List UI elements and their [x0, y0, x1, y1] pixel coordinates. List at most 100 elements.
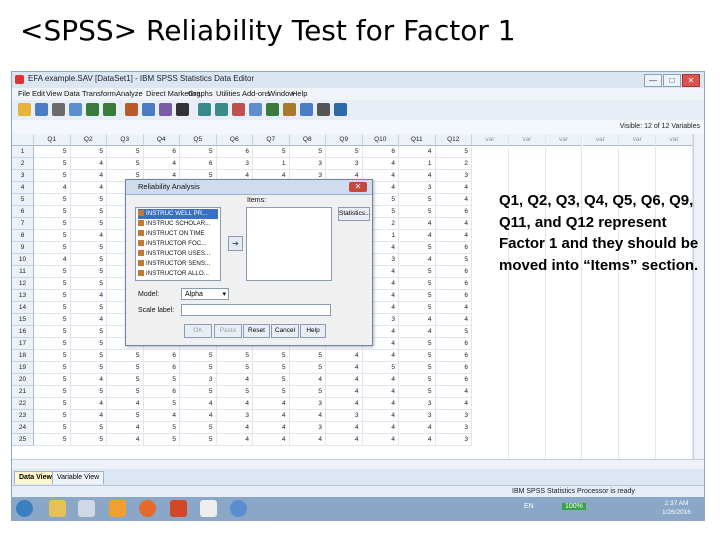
grid-cell[interactable]: 4 — [180, 410, 217, 422]
select-cases-icon[interactable] — [266, 103, 279, 116]
column-header-q2[interactable]: Q2 — [70, 134, 107, 146]
grid-cell[interactable]: 5 — [70, 350, 107, 362]
grid-cell[interactable]: 6 — [216, 146, 253, 158]
redo-icon[interactable] — [103, 103, 116, 116]
grid-cell[interactable]: 5 — [399, 302, 436, 314]
variable-list-item[interactable]: INSTRUCTOR SENS... — [138, 259, 218, 269]
scale-label-input[interactable] — [181, 304, 331, 316]
empty-column[interactable] — [472, 134, 509, 459]
grid-cell[interactable]: 5 — [180, 386, 217, 398]
column-header-q5[interactable]: Q5 — [180, 134, 217, 146]
grid-cell[interactable]: 5 — [435, 254, 472, 266]
variable-list-item[interactable]: INSTRUCTOR ALLO... — [138, 269, 218, 279]
grid-cell[interactable]: 6 — [435, 206, 472, 218]
model-select[interactable]: Alpha ▾ — [181, 288, 229, 300]
grid-cell[interactable]: 5 — [70, 218, 107, 230]
folder-icon[interactable] — [49, 500, 66, 517]
grid-cell[interactable]: 4 — [70, 290, 107, 302]
grid-cell[interactable]: 4 — [326, 434, 363, 446]
grid-cell[interactable]: 3 — [326, 410, 363, 422]
grid-cell[interactable]: 4 — [362, 434, 399, 446]
grid-cell[interactable]: 4 — [107, 398, 144, 410]
grid-cell[interactable]: 4 — [253, 434, 290, 446]
grid-cell[interactable]: 4 — [70, 314, 107, 326]
cancel-button[interactable]: Cancel — [271, 324, 299, 338]
grid-cell[interactable]: 4 — [435, 230, 472, 242]
grid-cell[interactable]: 4 — [362, 158, 399, 170]
menu-graphs[interactable]: Graphs — [188, 89, 213, 98]
vertical-scrollbar[interactable] — [693, 134, 704, 459]
column-header-q8[interactable]: Q8 — [289, 134, 326, 146]
paste-button[interactable]: Paste — [214, 324, 242, 338]
grid-cell[interactable]: 5 — [289, 362, 326, 374]
row-number[interactable]: 25 — [12, 434, 34, 446]
grid-cell[interactable]: 5 — [34, 386, 71, 398]
help-button[interactable]: Help — [300, 324, 326, 338]
variables-icon[interactable] — [159, 103, 172, 116]
powerpoint-icon[interactable] — [170, 500, 187, 517]
grid-cell[interactable]: 4 — [70, 158, 107, 170]
row-number[interactable]: 12 — [12, 278, 34, 290]
grid-cell[interactable]: 4 — [399, 146, 436, 158]
grid-cell[interactable]: 5 — [34, 350, 71, 362]
outlook-icon[interactable] — [109, 500, 126, 517]
grid-cell[interactable]: 6 — [143, 146, 180, 158]
grid-cell[interactable]: 6 — [435, 242, 472, 254]
grid-cell[interactable]: 3 — [216, 158, 253, 170]
variable-list[interactable]: INSTRUC WELL PR... INSTRUC SCHOLAR... INST… — [135, 207, 221, 281]
column-header-q3[interactable]: Q3 — [107, 134, 144, 146]
grid-cell[interactable]: 5 — [70, 338, 107, 350]
grid-cell[interactable]: 4 — [326, 422, 363, 434]
menu-transform[interactable]: Transform — [82, 89, 116, 98]
move-to-items-button[interactable]: ➔ — [228, 236, 243, 251]
grid-cell[interactable]: 4 — [435, 314, 472, 326]
grid-cell[interactable]: 6 — [435, 338, 472, 350]
menu-edit[interactable]: Edit — [32, 89, 45, 98]
grid-cell[interactable]: 5 — [34, 146, 71, 158]
grid-cell[interactable]: 4 — [107, 422, 144, 434]
row-number[interactable]: 17 — [12, 338, 34, 350]
value-labels-icon[interactable] — [283, 103, 296, 116]
grid-cell[interactable]: 4 — [289, 434, 326, 446]
menu-help[interactable]: Help — [292, 89, 307, 98]
variable-list-item[interactable]: INSTRUCTOR USES... — [138, 249, 218, 259]
start-icon[interactable] — [16, 500, 33, 517]
grid-cell[interactable]: 4 — [399, 422, 436, 434]
empty-column[interactable] — [546, 134, 583, 459]
row-number[interactable]: 20 — [12, 374, 34, 386]
language-indicator[interactable]: EN — [524, 503, 534, 510]
grid-cell[interactable]: 3 — [435, 422, 472, 434]
empty-column[interactable] — [583, 134, 620, 459]
grid-cell[interactable]: 5 — [289, 350, 326, 362]
dialog-recall-icon[interactable] — [69, 103, 82, 116]
grid-cell[interactable]: 5 — [216, 386, 253, 398]
grid-cell[interactable]: 5 — [34, 266, 71, 278]
grid-cell[interactable]: 4 — [399, 170, 436, 182]
empty-column[interactable] — [509, 134, 546, 459]
tab-variable-view[interactable]: Variable View — [52, 471, 105, 484]
grid-cell[interactable]: 3 — [289, 398, 326, 410]
row-number[interactable]: 15 — [12, 314, 34, 326]
grid-cell[interactable]: 5 — [435, 146, 472, 158]
grid-cell[interactable]: 6 — [143, 350, 180, 362]
grid-cell[interactable]: 5 — [399, 278, 436, 290]
grid-cell[interactable]: 4 — [362, 422, 399, 434]
grid-cell[interactable]: 4 — [399, 218, 436, 230]
row-number[interactable]: 2 — [12, 158, 34, 170]
grid-cell[interactable]: 4 — [289, 374, 326, 386]
grid-cell[interactable]: 4 — [289, 410, 326, 422]
items-list[interactable] — [246, 207, 332, 281]
grid-cell[interactable]: 6 — [362, 146, 399, 158]
grid-cell[interactable]: 4 — [70, 170, 107, 182]
grid-cell[interactable]: 5 — [107, 362, 144, 374]
grid-cell[interactable]: 6 — [435, 374, 472, 386]
grid-cell[interactable]: 4 — [253, 422, 290, 434]
grid-cell[interactable]: 6 — [180, 158, 217, 170]
grid-cell[interactable]: 4 — [326, 362, 363, 374]
grid-cell[interactable]: 5 — [399, 338, 436, 350]
grid-cell[interactable]: 4 — [399, 434, 436, 446]
grid-cell[interactable]: 5 — [326, 146, 363, 158]
grid-cell[interactable]: 5 — [34, 230, 71, 242]
grid-cell[interactable]: 5 — [34, 218, 71, 230]
grid-cell[interactable]: 6 — [435, 350, 472, 362]
